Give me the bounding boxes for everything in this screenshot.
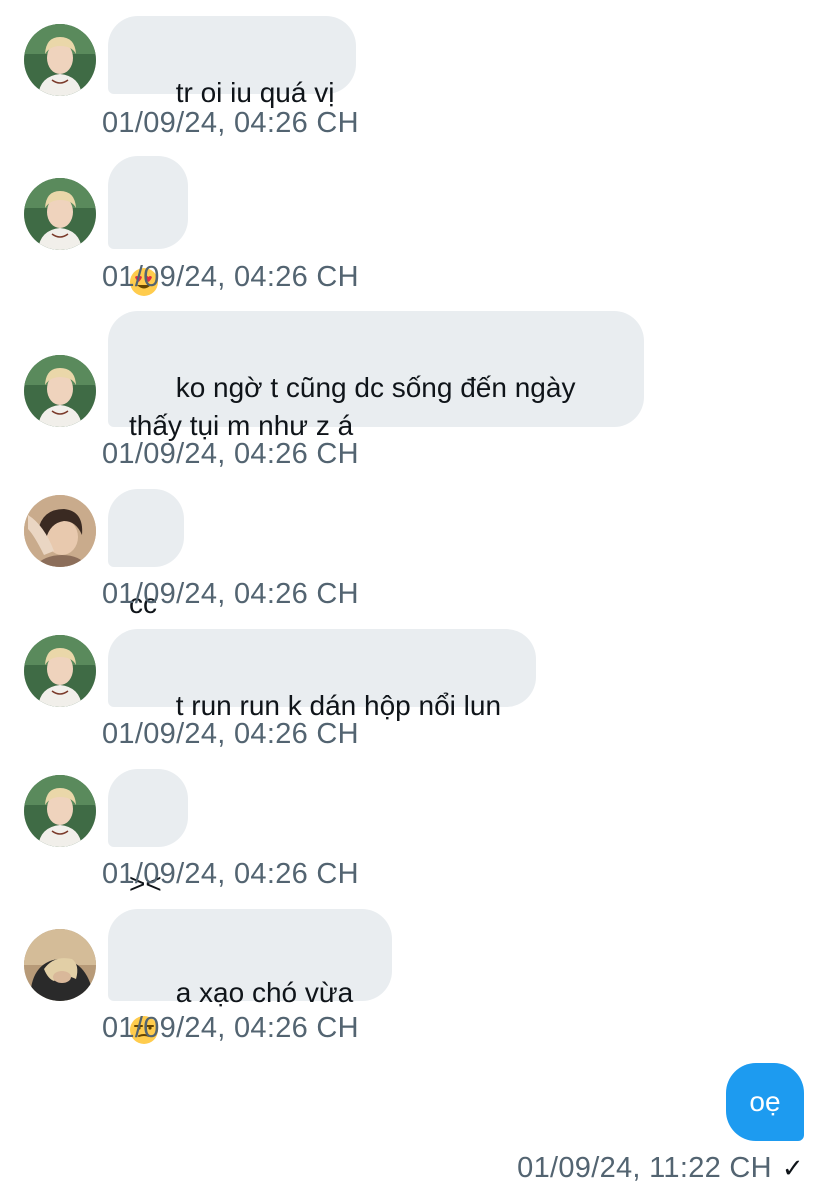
outgoing-message-text: oẹ — [749, 1086, 781, 1117]
dark-hair-user-avatar[interactable] — [24, 495, 96, 567]
message-bubble[interactable]: tr oi iu quá vị — [108, 16, 357, 108]
blond-user-avatar[interactable] — [24, 635, 96, 707]
message-timestamp: 01/09/24, 04:26 CH — [102, 578, 359, 610]
message-bubble[interactable] — [108, 156, 188, 296]
message-bubble[interactable]: ko ngờ t cũng dc sống đến ngày thấy tụi … — [108, 311, 644, 441]
message-text: a xạo chó vừa — [175, 977, 354, 1008]
message-timestamp: 01/09/24, 04:26 CH — [102, 438, 359, 470]
outgoing-message-bubble[interactable]: oẹ — [726, 1063, 804, 1141]
message-bubble[interactable]: >< — [108, 769, 188, 899]
blond-user-avatar[interactable] — [24, 355, 96, 427]
outgoing-message-meta: 01/09/24, 11:22 CH ✓ — [517, 1151, 804, 1185]
message-timestamp: 01/09/24, 04:26 CH — [102, 107, 359, 139]
outgoing-message-timestamp: 01/09/24, 11:22 CH — [517, 1152, 772, 1184]
blond-user-avatar[interactable] — [24, 775, 96, 847]
message-timestamp: 01/09/24, 04:26 CH — [102, 261, 359, 293]
blond-user-avatar[interactable] — [24, 24, 96, 96]
message-bubble[interactable]: cc — [108, 489, 184, 619]
message-bubble[interactable]: t run run k dán hộp nổi lun — [108, 629, 536, 721]
hooded-user-avatar[interactable] — [24, 929, 96, 1001]
message-timestamp: 01/09/24, 04:26 CH — [102, 718, 359, 750]
message-thread: tr oi iu quá vị 01/09/24, 04:26 CH 01/09… — [0, 0, 828, 1201]
blond-user-avatar[interactable] — [24, 178, 96, 250]
message-bubble[interactable]: a xạo chó vừa — [108, 909, 392, 1044]
message-timestamp: 01/09/24, 04:26 CH — [102, 1012, 359, 1044]
message-timestamp: 01/09/24, 04:26 CH — [102, 858, 359, 890]
message-text: tr oi iu quá vị — [175, 77, 335, 108]
checkmark-icon: ✓ — [781, 1153, 804, 1183]
message-text: ko ngờ t cũng dc sống đến ngày thấy tụi … — [129, 372, 576, 441]
